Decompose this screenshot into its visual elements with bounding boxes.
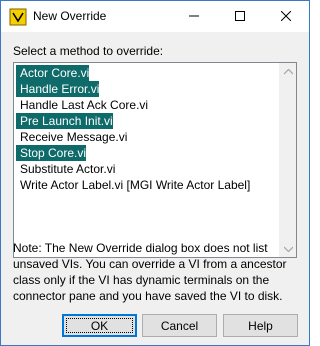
- method-item[interactable]: Handle Error.vi: [16, 81, 100, 97]
- scroll-up-icon[interactable]: [280, 63, 297, 80]
- method-item[interactable]: Stop Core.vi: [16, 145, 87, 161]
- cancel-button-label: Cancel: [160, 318, 199, 333]
- method-listbox[interactable]: Actor Core.vi Handle Error.vi Handle Las…: [13, 62, 297, 258]
- method-item[interactable]: Actor Core.vi: [16, 65, 90, 81]
- labview-override-icon: [9, 8, 27, 26]
- method-item[interactable]: Write Actor Label.vi [MGI Write Actor La…: [16, 177, 250, 193]
- cancel-button[interactable]: Cancel: [142, 314, 217, 337]
- note-text: Note: The New Override dialog box does n…: [13, 241, 287, 303]
- focus-rectangle: [66, 318, 133, 333]
- method-item[interactable]: Receive Message.vi: [16, 129, 127, 145]
- close-button[interactable]: [263, 1, 309, 32]
- dialog-body: Select a method to override: Actor Core.…: [1, 32, 309, 345]
- help-button-label: Help: [248, 318, 273, 333]
- method-list: Actor Core.vi Handle Error.vi Handle Las…: [14, 65, 280, 193]
- title-bar[interactable]: New Override: [1, 1, 309, 32]
- method-prompt-label: Select a method to override:: [13, 44, 164, 58]
- new-override-dialog: New Override Select a method to override…: [0, 0, 310, 346]
- ok-button[interactable]: OK: [62, 314, 137, 337]
- minimize-icon: [189, 10, 199, 24]
- help-button[interactable]: Help: [223, 314, 298, 337]
- method-item[interactable]: Substitute Actor.vi: [16, 161, 115, 177]
- minimize-button[interactable]: [171, 1, 217, 32]
- method-item[interactable]: Handle Last Ack Core.vi: [16, 97, 148, 113]
- window-title: New Override: [33, 9, 107, 23]
- maximize-button[interactable]: [217, 1, 263, 32]
- method-item[interactable]: Pre Launch Init.vi: [16, 113, 113, 129]
- vertical-scrollbar[interactable]: [279, 63, 296, 257]
- close-icon: [280, 10, 292, 24]
- maximize-icon: [235, 10, 245, 24]
